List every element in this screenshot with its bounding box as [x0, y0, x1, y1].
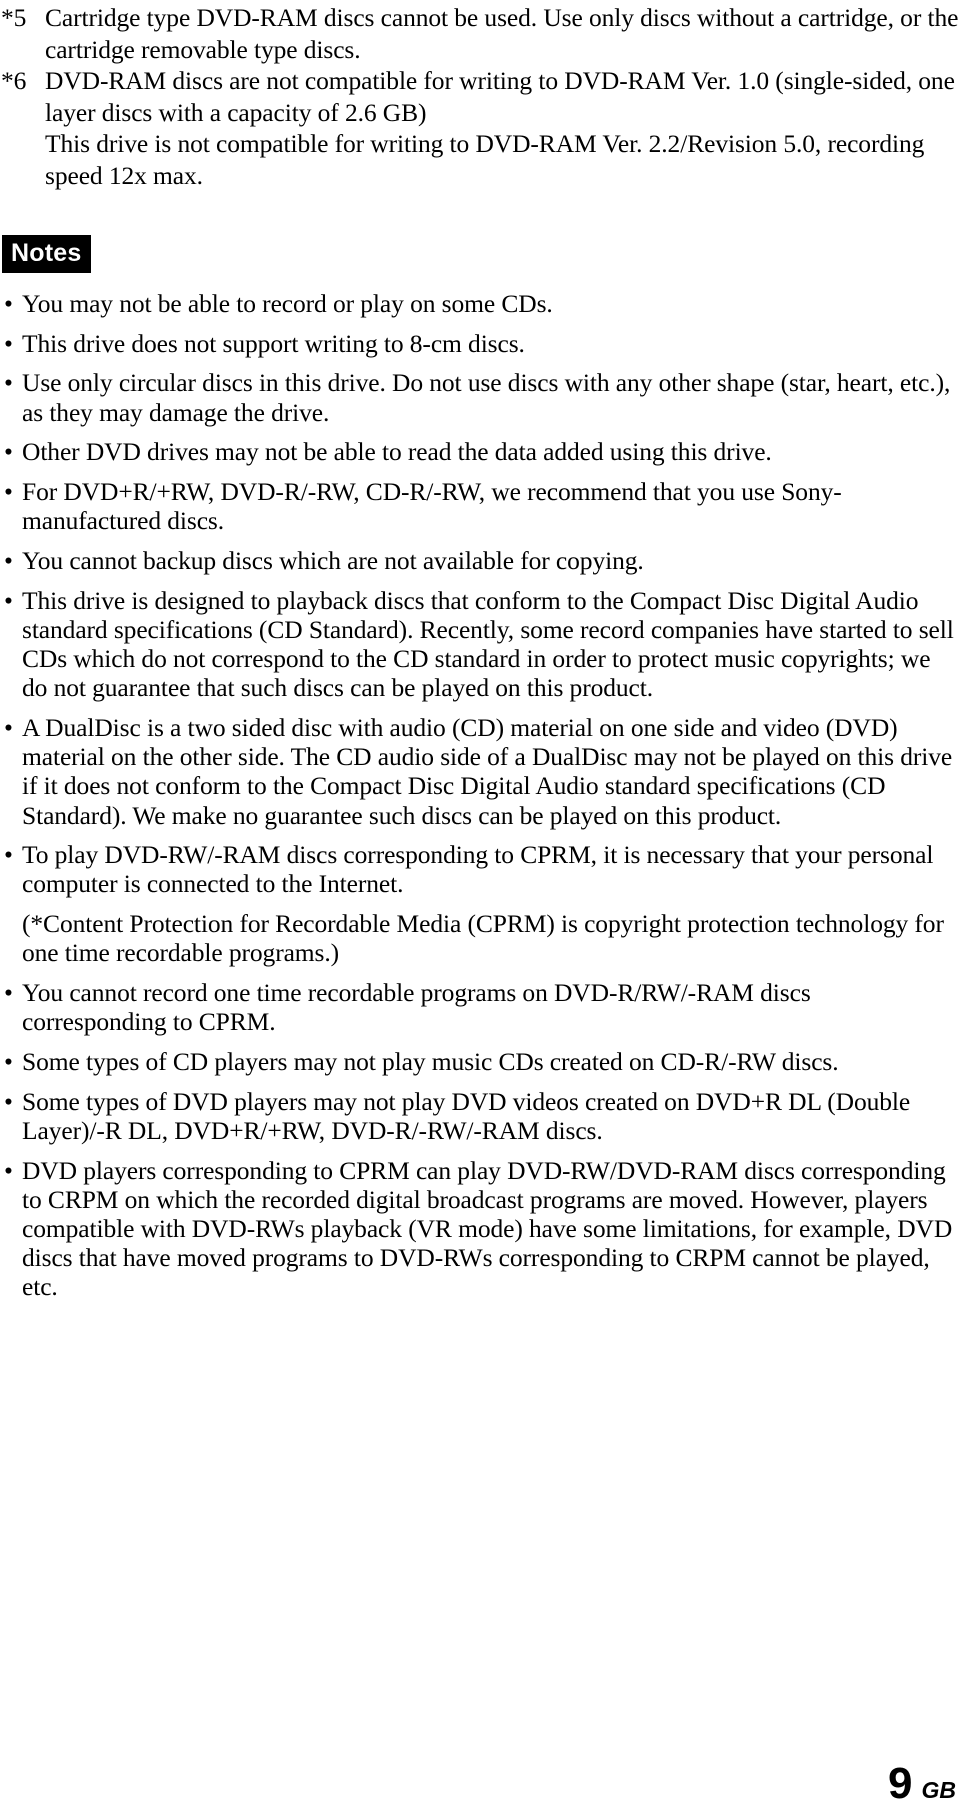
footnote-6-extra: This drive is not compatible for writing… [45, 129, 925, 190]
bullet-icon: • [4, 1155, 13, 1185]
list-item: • You may not be able to record or play … [0, 289, 960, 318]
bullet-icon: • [4, 1086, 13, 1116]
bullet-icon: • [4, 585, 13, 615]
footnote-5-marker: *5 [1, 3, 27, 32]
list-item-text: Use only circular discs in this drive. D… [22, 368, 951, 427]
list-item: • This drive does not support writing to… [0, 329, 960, 358]
list-item-text: (*Content Protection for Recordable Medi… [22, 909, 944, 968]
notes-list: • You may not be able to record or play … [0, 289, 960, 1302]
list-item: • This drive is designed to playback dis… [0, 586, 960, 703]
page-footer: 9 GB [888, 1762, 956, 1806]
bullet-icon: • [4, 840, 13, 870]
list-item-text: To play DVD-RW/-RAM discs corresponding … [22, 840, 934, 899]
footnote-5: *5 Cartridge type DVD-RAM discs cannot b… [0, 2, 960, 65]
bullet-icon: • [4, 1046, 13, 1076]
footnote-6-marker: *6 [1, 66, 27, 95]
notes-heading-badge: Notes [2, 235, 92, 273]
page-region-label: GB [921, 1777, 957, 1803]
notes-section: Notes • You may not be able to record or… [0, 235, 960, 1302]
footnote-5-text: Cartridge type DVD-RAM discs cannot be u… [45, 3, 959, 64]
bullet-icon: • [4, 368, 13, 398]
list-item: • Some types of DVD players may not play… [0, 1087, 960, 1145]
footnote-section: *5 Cartridge type DVD-RAM discs cannot b… [0, 0, 960, 191]
list-item-text: DVD players corresponding to CPRM can pl… [22, 1155, 953, 1302]
list-item-text: This drive is designed to playback discs… [22, 585, 954, 703]
bullet-icon: • [4, 712, 13, 742]
list-item-text: Some types of CD players may not play mu… [22, 1046, 839, 1076]
list-item-text: For DVD+R/+RW, DVD-R/-RW, CD-R/-RW, we r… [22, 477, 842, 536]
bullet-icon: • [4, 289, 13, 318]
footnote-6-text: DVD-RAM discs are not compatible for wri… [45, 66, 955, 127]
list-item-text: You cannot backup discs which are not av… [22, 545, 644, 575]
bullet-icon: • [4, 437, 13, 467]
manual-page: *5 Cartridge type DVD-RAM discs cannot b… [0, 0, 960, 1812]
list-item-text: This drive does not support writing to 8… [22, 328, 525, 358]
bullet-icon: • [4, 545, 13, 575]
list-item-text: Other DVD drives may not be able to read… [22, 437, 772, 467]
list-item: • Some types of CD players may not play … [0, 1047, 960, 1076]
list-item-text: You cannot record one time recordable pr… [22, 978, 811, 1037]
list-item-text: You may not be able to record or play on… [22, 289, 553, 318]
list-item: • To play DVD-RW/-RAM discs correspondin… [0, 840, 960, 898]
bullet-icon: • [4, 978, 13, 1008]
bullet-icon: • [4, 328, 13, 358]
list-item-text: A DualDisc is a two sided disc with audi… [22, 712, 953, 830]
list-item: • Other DVD drives may not be able to re… [0, 437, 960, 466]
cprm-definition-paragraph: (*Content Protection for Recordable Medi… [0, 909, 960, 967]
bullet-icon: • [4, 477, 13, 507]
page-number: 9 [888, 1759, 913, 1808]
footnote-6: *6 DVD-RAM discs are not compatible for … [0, 65, 960, 191]
list-item: • You cannot backup discs which are not … [0, 546, 960, 575]
list-item: • DVD players corresponding to CPRM can … [0, 1156, 960, 1302]
page-content: *5 Cartridge type DVD-RAM discs cannot b… [0, 0, 960, 1312]
list-item: • For DVD+R/+RW, DVD-R/-RW, CD-R/-RW, we… [0, 477, 960, 535]
list-item-text: Some types of DVD players may not play D… [22, 1086, 911, 1145]
list-item: • Use only circular discs in this drive.… [0, 368, 960, 426]
list-item: • You cannot record one time recordable … [0, 978, 960, 1036]
list-item: • A DualDisc is a two sided disc with au… [0, 713, 960, 830]
